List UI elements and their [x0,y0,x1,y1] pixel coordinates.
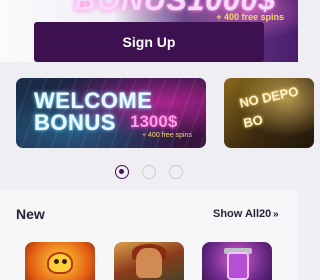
game-tile-lion-dance[interactable] [25,242,95,280]
carousel-dot-2[interactable] [142,165,156,179]
banner-subtitle: + 400 free spins [142,132,193,139]
welcome-bonus-banner[interactable]: WELCOME BONUS 1300$ + 400 free spins [16,78,206,148]
carousel-dot-1[interactable] [115,165,129,179]
banner-line1: NO DEPO [238,83,300,111]
hero-subtitle: + 400 free spins [216,12,284,22]
section-title: New [16,206,45,222]
no-deposit-banner[interactable]: NO DEPO BO [224,78,314,148]
game-tile-warrior[interactable] [114,242,184,280]
show-all-link[interactable]: Show All [213,208,259,220]
lion-eye-icon [62,259,67,264]
double-chevron-right-icon[interactable]: » [273,209,279,220]
lion-dance-game-icon [47,252,73,274]
banner-amount: 1300$ [130,112,178,131]
lion-eye-icon [54,259,59,264]
signup-button[interactable]: Sign Up [34,22,264,62]
carousel-dot-3[interactable] [169,165,183,179]
carousel-dots [115,165,183,179]
game-count[interactable]: 20 [259,208,271,220]
warrior-game-icon [136,248,162,278]
potion-jar-game-icon [227,252,249,280]
game-tile-potion[interactable] [202,242,272,280]
banner-line2: BONUS [34,110,116,135]
banner-line2: BO [242,111,265,131]
